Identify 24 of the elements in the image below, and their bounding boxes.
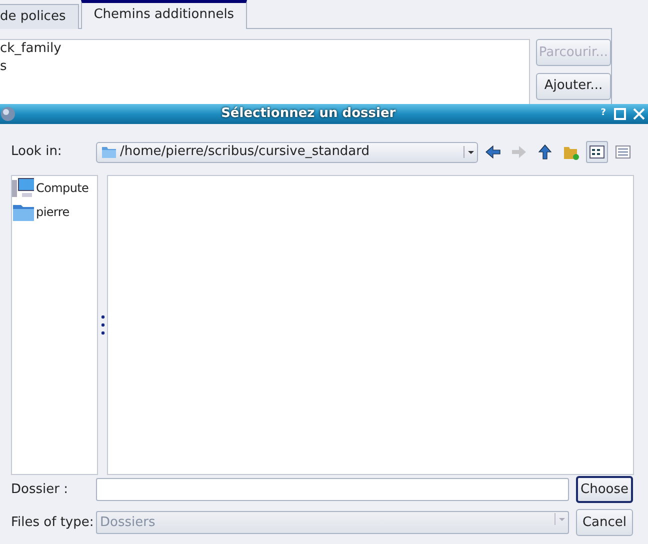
folder-name-field[interactable]	[96, 478, 569, 501]
sidebar-item[interactable]: pierre	[12, 200, 97, 224]
tab[interactable]: de polices	[0, 4, 79, 29]
folder-icon	[12, 202, 34, 222]
folder-icon	[101, 145, 117, 159]
add-button[interactable]: Ajouter...	[536, 72, 611, 100]
tab[interactable]: Chemins additionnels	[80, 0, 248, 29]
list-view-icon[interactable]	[586, 141, 608, 163]
dropdown-arrow-icon	[554, 512, 568, 526]
app-icon	[0, 106, 16, 122]
file-type-label: Files of type:	[11, 514, 95, 532]
choose-button[interactable]: Choose	[576, 476, 633, 503]
dropdown-arrow-icon	[463, 145, 477, 159]
list-item[interactable]: ck_family	[0, 40, 529, 58]
list-item[interactable]: s	[0, 58, 529, 76]
sidebar-item[interactable]: Compute	[12, 176, 97, 200]
look-in-label: Look in:	[11, 143, 63, 162]
cancel-button[interactable]: Cancel	[576, 509, 633, 536]
splitter-handle-icon	[100, 314, 104, 334]
maximize-icon[interactable]	[614, 108, 626, 120]
window-title: Sélectionnez un dossier	[220, 105, 397, 124]
folder-label: Dossier :	[11, 480, 69, 499]
look-in-combo[interactable]: /home/pierre/scribus/cursive_standard	[96, 142, 478, 162]
close-icon[interactable]	[633, 108, 645, 120]
